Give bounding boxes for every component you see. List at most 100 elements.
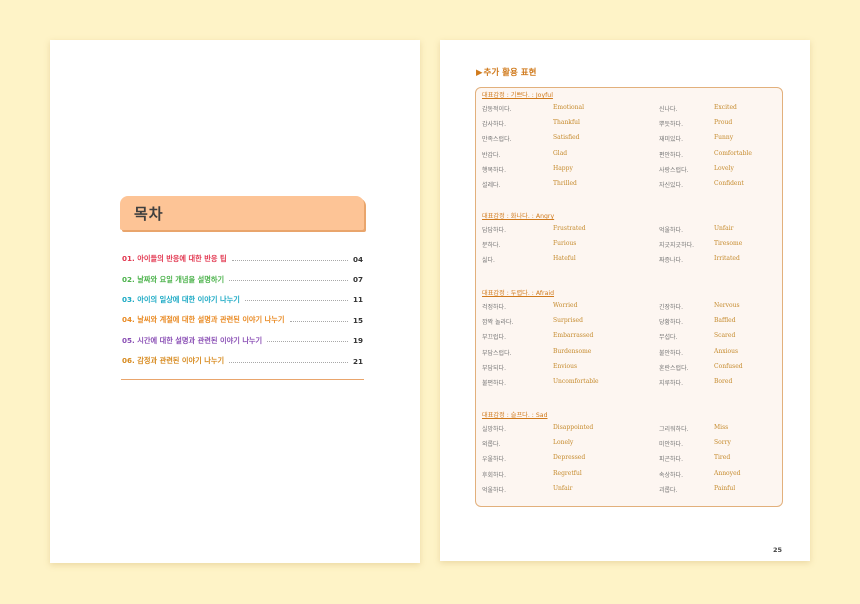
toc-leader-dots xyxy=(244,300,348,302)
toc-item-title: 03. 아이의 일상에 대한 이야기 나누기 xyxy=(122,294,240,304)
english-word: Scared xyxy=(714,332,736,340)
korean-word: 당황하다. xyxy=(659,319,683,327)
toc-item[interactable]: 05. 시간에 대한 설명과 관련된 이야기 나누기 19 xyxy=(122,331,363,351)
korean-word: 무섭다. xyxy=(659,334,678,342)
korean-word: 실망하다. xyxy=(482,426,506,433)
korean-word: 부담되다. xyxy=(482,364,506,372)
toc-item-title: 06. 감정과 관련된 이야기 나누기 xyxy=(122,356,225,366)
english-word: Disappointed xyxy=(553,424,594,431)
emotion-group: 대표감정 : 슬프다. : Sad 실망하다. Disappointed 그리워하다.… xyxy=(482,411,776,497)
toc-list: 01. 아이들의 반응에 대한 반응 팁 04 02. 날짜와 요일 개념을 설명하… xyxy=(122,249,363,371)
toc-header: 목차 xyxy=(120,196,364,230)
english-word: Irritated xyxy=(714,255,740,263)
korean-word: 불안하다. xyxy=(659,349,683,357)
korean-word: 불편하다. xyxy=(482,379,506,387)
english-word: Glad xyxy=(553,149,568,157)
toc-leader-dots xyxy=(231,259,348,261)
korean-word: 걱정하다. xyxy=(482,304,506,311)
english-word: Thrilled xyxy=(553,179,577,187)
expression-row: 설레다. Thrilled 자신있다. Confident xyxy=(482,177,776,192)
emotion-group: 대표감정 : 두렵다. : Afraid 걱정하다. Worried 긴장하다. Ner… xyxy=(482,289,776,390)
section-title-text: 추가 활용 표현 xyxy=(483,68,537,78)
korean-word: 분하다. xyxy=(482,242,501,250)
english-word: Sorry xyxy=(714,439,731,447)
korean-word: 부담스럽다. xyxy=(482,349,512,357)
english-word: Tiresome xyxy=(714,240,743,248)
korean-word: 자신있다. xyxy=(659,181,683,189)
english-word: Depressed xyxy=(553,454,586,462)
toc-item[interactable]: 01. 아이들의 반응에 대한 반응 팁 04 xyxy=(122,249,363,269)
korean-word: 재미있다. xyxy=(659,136,683,144)
english-word: Regretful xyxy=(553,469,582,477)
toc-item[interactable]: 02. 날짜와 요일 개념을 설명하기 07 xyxy=(122,269,363,289)
toc-leader-dots xyxy=(229,361,348,363)
korean-word: 지루하다. xyxy=(659,379,683,387)
toc-item-title: 05. 시간에 대한 설명과 관련된 이야기 나누기 xyxy=(122,335,263,345)
korean-word: 신나다. xyxy=(659,106,678,113)
korean-word: 감동적이다. xyxy=(482,106,512,113)
korean-word: 그리워하다. xyxy=(659,426,689,433)
english-word: Satisfied xyxy=(553,134,580,142)
english-word: Worried xyxy=(553,302,578,309)
expression-row: 부담되다. Envious 혼란스럽다. Confused xyxy=(482,360,776,375)
korean-word: 편안하다. xyxy=(659,151,683,159)
korean-word: 행복하다. xyxy=(482,166,506,174)
english-word: Envious xyxy=(553,362,578,370)
expression-row: 깜짝 놀라다. Surprised 당황하다. Baffled xyxy=(482,314,776,329)
toc-leader-dots xyxy=(267,341,348,343)
expression-row: 싫다. Hateful 짜증나다. Irritated xyxy=(482,252,776,267)
english-word: Annoyed xyxy=(714,469,741,477)
korean-word: 사랑스럽다. xyxy=(659,166,689,174)
korean-word: 괴롭다. xyxy=(659,486,678,494)
section-title: ▶추가 활용 표현 xyxy=(476,66,536,78)
english-word: Anxious xyxy=(714,347,739,355)
korean-word: 부끄럽다. xyxy=(482,334,506,342)
expression-row: 우울하다. Depressed 피곤하다. Tired xyxy=(482,451,776,466)
korean-word: 피곤하다. xyxy=(659,456,683,464)
korean-word: 짜증나다. xyxy=(659,257,683,265)
expression-row: 부담스럽다. Burdensome 불안하다. Anxious xyxy=(482,345,776,360)
english-word: Baffled xyxy=(714,317,736,325)
english-word: Burdensome xyxy=(553,347,592,355)
korean-word: 속상하다. xyxy=(659,471,683,479)
english-word: Comfortable xyxy=(714,149,752,157)
korean-word: 설레다. xyxy=(482,181,501,189)
emotion-group-heading: 대표감정 : 슬프다. : Sad xyxy=(482,412,548,419)
toc-leader-dots xyxy=(289,320,348,322)
english-word: Confident xyxy=(714,179,744,187)
right-page: ▶추가 활용 표현 대표감정 : 기쁘다. : Joyful 감동적이다. Emot… xyxy=(440,40,810,561)
toc-divider xyxy=(121,379,364,380)
english-word: Unfair xyxy=(553,484,573,492)
korean-word: 감사하다. xyxy=(482,121,506,129)
emotion-group-heading: 대표감정 : 화나다. : Angry xyxy=(482,213,555,220)
left-page: 목차 01. 아이들의 반응에 대한 반응 팁 04 02. 날짜와 요일 개념을 … xyxy=(50,40,420,563)
english-word: Lonely xyxy=(553,439,574,447)
expression-row: 분하다. Furious 지긋지긋하다. Tiresome xyxy=(482,237,776,252)
toc-item-page: 15 xyxy=(353,315,364,325)
expression-row: 행복하다. Happy 사랑스럽다. Lovely xyxy=(482,162,776,177)
emotion-group-heading: 대표감정 : 두렵다. : Afraid xyxy=(482,290,555,297)
toc-item-title: 01. 아이들의 반응에 대한 반응 팁 xyxy=(122,254,227,264)
english-word: Nervous xyxy=(714,302,740,309)
toc-item[interactable]: 03. 아이의 일상에 대한 이야기 나누기 11 xyxy=(122,290,363,310)
expression-row: 외롭다. Lonely 미안하다. Sorry xyxy=(482,436,776,451)
english-word: Painful xyxy=(714,484,736,492)
toc-item-page: 11 xyxy=(353,295,364,305)
korean-word: 반갑다. xyxy=(482,151,501,159)
english-word: Bored xyxy=(714,377,733,385)
expression-row: 억울하다. Unfair 괴롭다. Painful xyxy=(482,482,776,497)
english-word: Proud xyxy=(714,119,733,127)
toc-item-page: 04 xyxy=(353,254,364,264)
korean-word: 긴장하다. xyxy=(659,304,683,311)
expression-box: 대표감정 : 기쁘다. : Joyful 감동적이다. Emotional 신나다. E… xyxy=(475,87,783,507)
toc-item[interactable]: 06. 감정과 관련된 이야기 나누기 21 xyxy=(122,351,363,371)
expression-row: 감동적이다. Emotional 신나다. Excited xyxy=(482,101,776,116)
toc-item[interactable]: 04. 날씨와 계절에 대한 설명과 관련된 이야기 나누기 15 xyxy=(122,310,363,330)
korean-word: 혼란스럽다. xyxy=(659,364,689,372)
emotion-group: 대표감정 : 화나다. : Angry 답답하다. Frustrated 억울하다. U… xyxy=(482,212,776,268)
expression-row: 반갑다. Glad 편안하다. Comfortable xyxy=(482,147,776,162)
korean-word: 억울하다. xyxy=(659,227,683,234)
korean-word: 지긋지긋하다. xyxy=(659,242,695,250)
triangle-icon: ▶ xyxy=(476,68,483,78)
english-word: Uncomfortable xyxy=(553,377,599,385)
